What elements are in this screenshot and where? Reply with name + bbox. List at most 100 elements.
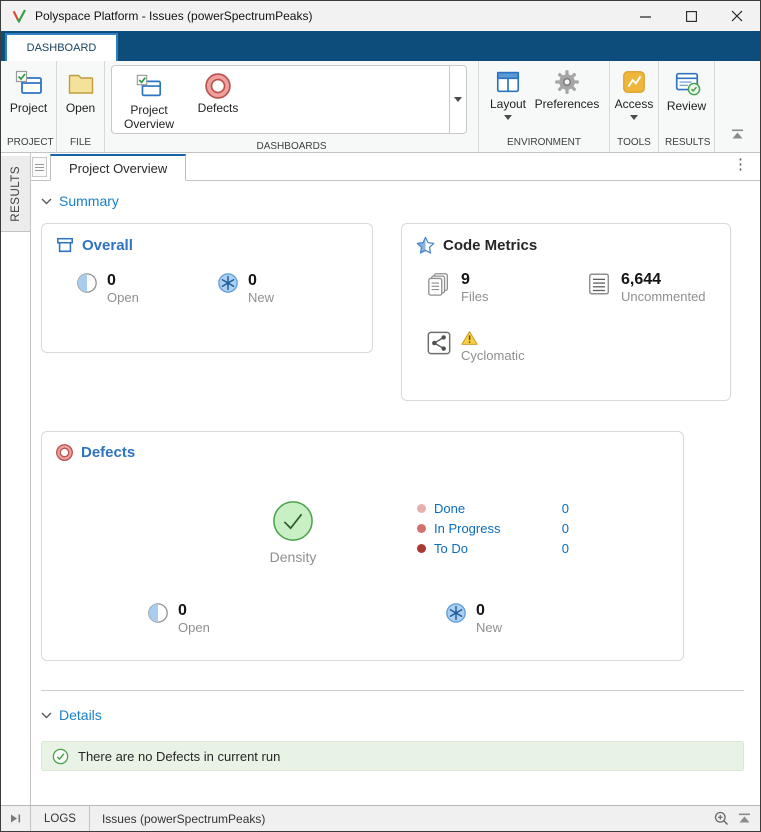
layout-button[interactable]: Layout xyxy=(485,63,531,136)
summary-cards-row: Overall 0 Open xyxy=(41,223,744,401)
files-value: 9 xyxy=(461,271,488,289)
overall-card-title: Overall xyxy=(56,236,358,254)
maximize-icon xyxy=(686,11,697,22)
app-window: Polyspace Platform - Issues (powerSpectr… xyxy=(0,0,761,832)
ribbon: Project PROJECT Open FILE xyxy=(1,61,760,153)
cyclomatic-label: Cyclomatic xyxy=(461,348,525,364)
expand-right-icon xyxy=(9,812,23,825)
code-metrics-card-title: Code Metrics xyxy=(416,236,716,255)
legend-row-to-do[interactable]: To Do 0 xyxy=(417,538,569,558)
polyspace-logo-icon xyxy=(11,8,27,24)
files-label: Files xyxy=(461,289,488,305)
chevron-down-icon xyxy=(454,97,462,102)
collapse-up-icon xyxy=(731,129,744,140)
in-progress-bullet-icon xyxy=(417,524,426,533)
summary-section-header[interactable]: Summary xyxy=(41,193,744,209)
title-bar: Polyspace Platform - Issues (powerSpectr… xyxy=(1,1,760,31)
chevron-down-icon xyxy=(41,712,52,719)
gallery-dropdown-button[interactable] xyxy=(449,66,466,133)
tab-project-overview[interactable]: Project Overview xyxy=(50,154,186,181)
project-button[interactable]: Project xyxy=(3,63,54,136)
access-chart-icon xyxy=(621,69,647,95)
collapse-panel-button[interactable] xyxy=(738,813,751,824)
defect-density-widget[interactable]: Density xyxy=(248,500,338,567)
defects-dashboard-button[interactable]: Defects xyxy=(190,67,246,132)
ribbon-collapse-button[interactable] xyxy=(731,127,744,145)
overall-open-stat[interactable]: 0 Open xyxy=(76,272,217,307)
half-circle-icon xyxy=(76,272,98,294)
defects-card: Defects Density Done 0 xyxy=(41,431,684,661)
stacked-pages-icon xyxy=(426,271,452,297)
group-label-file: FILE xyxy=(57,136,104,152)
no-defects-message: There are no Defects in current run xyxy=(78,749,280,764)
chevron-down-icon[interactable] xyxy=(504,115,512,120)
defects-open-label: Open xyxy=(178,620,210,636)
details-section-header[interactable]: Details xyxy=(41,707,744,723)
files-stat[interactable]: 9 Files xyxy=(426,271,586,306)
to-do-bullet-icon xyxy=(417,544,426,553)
group-label-results: RESULTS xyxy=(659,136,714,152)
statusbar-document-tab[interactable]: Issues (powerSpectrumPeaks) xyxy=(90,812,714,826)
gear-icon xyxy=(554,69,580,95)
open-button[interactable]: Open xyxy=(59,63,102,136)
asterisk-circle-icon xyxy=(445,602,467,624)
dashboard-scroll-area: Summary Overall xyxy=(31,181,760,805)
tab-drag-handle[interactable] xyxy=(32,157,47,177)
preferences-button[interactable]: Preferences xyxy=(531,63,603,136)
defects-ring-icon xyxy=(56,444,73,461)
zoom-in-button[interactable] xyxy=(714,811,729,826)
half-star-icon xyxy=(416,236,435,255)
document-lines-icon xyxy=(586,271,612,297)
no-defects-banner: There are no Defects in current run xyxy=(41,741,744,771)
project-overview-button[interactable]: Project Overview xyxy=(116,67,182,132)
ribbon-group-dashboards: Project Overview Defects xyxy=(105,61,479,152)
uncommented-label: Uncommented xyxy=(621,289,706,305)
ribbon-tab-band: DASHBOARD xyxy=(1,31,760,61)
main-area: RESULTS Project Overview ⋮ Summary xyxy=(1,153,760,805)
done-label: Done xyxy=(434,501,562,516)
legend-row-done[interactable]: Done 0 xyxy=(417,498,569,518)
ribbon-group-tools: Access TOOLS xyxy=(610,61,659,152)
close-button[interactable] xyxy=(714,1,760,31)
cyclomatic-stat[interactable]: Cyclomatic xyxy=(426,330,525,364)
sidebar-tab-results[interactable]: RESULTS xyxy=(1,156,30,232)
tab-strip-menu-icon[interactable]: ⋮ xyxy=(733,157,748,172)
layout-grid-icon xyxy=(495,69,521,95)
access-button[interactable]: Access xyxy=(612,63,656,136)
uncommented-value: 6,644 xyxy=(621,271,706,289)
minimize-button[interactable] xyxy=(622,1,668,31)
defects-new-stat[interactable]: 0 New xyxy=(445,602,502,637)
defects-card-title: Defects xyxy=(56,444,669,461)
tab-dashboard[interactable]: DASHBOARD xyxy=(5,33,118,61)
defects-open-stat[interactable]: 0 Open xyxy=(147,602,210,637)
archive-box-icon xyxy=(56,236,74,254)
chevron-down-icon[interactable] xyxy=(630,115,638,120)
review-button[interactable]: Review xyxy=(661,63,712,136)
overall-new-label: New xyxy=(248,290,274,306)
project-overview-icon xyxy=(135,73,163,101)
to-do-value[interactable]: 0 xyxy=(562,541,569,556)
overall-new-stat[interactable]: 0 New xyxy=(217,272,358,307)
dashboards-gallery: Project Overview Defects xyxy=(111,65,467,134)
section-divider xyxy=(41,690,744,691)
maximize-button[interactable] xyxy=(668,1,714,31)
collapse-up-icon xyxy=(738,813,751,824)
review-icon xyxy=(673,69,701,97)
logs-tab[interactable]: LOGS xyxy=(31,806,90,831)
defects-new-label: New xyxy=(476,620,502,636)
ribbon-group-results: Review RESULTS xyxy=(659,61,715,152)
uncommented-stat[interactable]: 6,644 Uncommented xyxy=(586,271,706,306)
folder-icon xyxy=(66,69,96,99)
ribbon-group-file: Open FILE xyxy=(57,61,105,152)
to-do-label: To Do xyxy=(434,541,562,556)
summary-section-label: Summary xyxy=(59,193,119,209)
green-check-circle-icon xyxy=(52,748,69,765)
in-progress-value[interactable]: 0 xyxy=(562,521,569,536)
defects-new-value: 0 xyxy=(476,602,502,620)
expand-panel-button[interactable] xyxy=(1,806,31,831)
green-check-circle-icon xyxy=(272,500,314,542)
legend-row-in-progress[interactable]: In Progress 0 xyxy=(417,518,569,538)
in-progress-label: In Progress xyxy=(434,521,562,536)
defects-ring-icon xyxy=(205,73,231,99)
done-value[interactable]: 0 xyxy=(562,501,569,516)
